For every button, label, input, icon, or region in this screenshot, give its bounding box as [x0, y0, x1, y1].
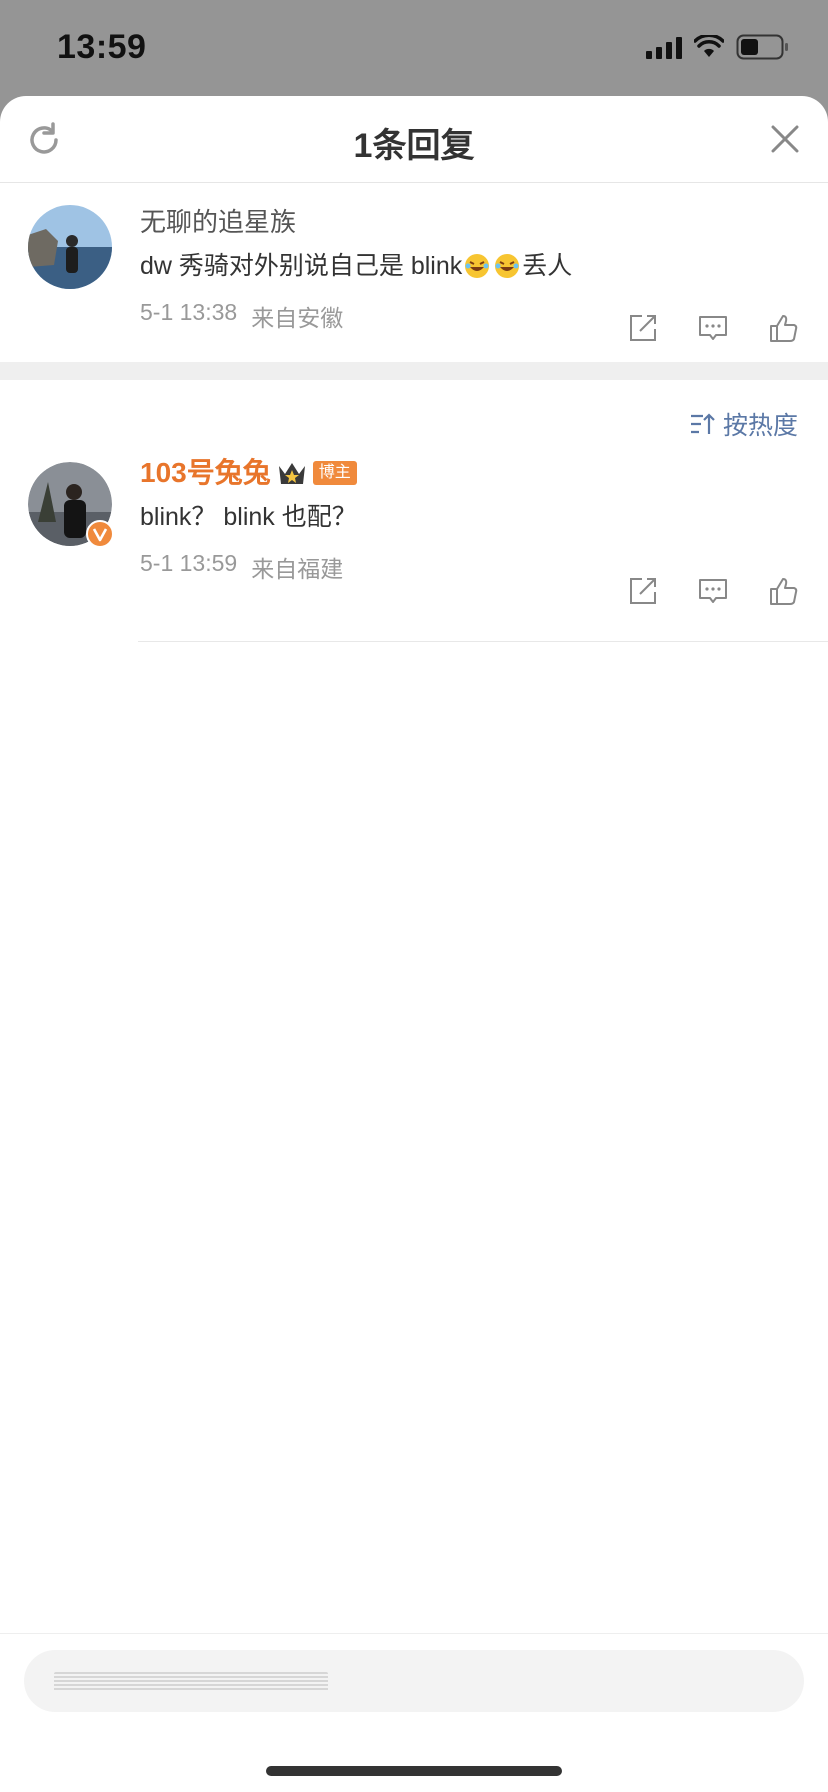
- laughing-crying-emoji-icon: [465, 254, 490, 278]
- cellular-signal-icon: [646, 35, 682, 59]
- share-icon[interactable]: [628, 576, 658, 606]
- sheet-title: 1条回复: [353, 127, 475, 165]
- section-divider: [0, 362, 828, 380]
- blogger-badge: 博主: [312, 461, 357, 485]
- status-bar: 13:59: [0, 0, 828, 96]
- reply-text: blink？ blink 也配？: [140, 503, 357, 531]
- root-comment: 无聊的追星族 dw 秀骑对外别说自己是 blink 丢人 5-1 13:38 来…: [0, 183, 828, 362]
- battery-icon: [736, 34, 788, 60]
- reply-divider: [138, 641, 828, 642]
- crown-icon: [278, 463, 305, 484]
- sort-icon: [690, 413, 715, 434]
- share-icon[interactable]: [628, 313, 658, 343]
- like-icon[interactable]: [768, 576, 798, 606]
- reply-username[interactable]: 103号兔兔: [140, 456, 271, 490]
- reply-input[interactable]: [24, 1650, 804, 1712]
- comment-timestamp: 5-1 13:38: [140, 299, 238, 325]
- home-indicator[interactable]: [266, 1766, 562, 1776]
- avatar[interactable]: [28, 205, 112, 289]
- replies-sheet: 1条回复 无聊的追星族 dw 秀骑对外别说自己是 blink 丢人 5-1 13…: [0, 96, 828, 1792]
- like-icon[interactable]: [768, 313, 798, 343]
- wifi-icon: [694, 35, 724, 57]
- reply-input-placeholder: [54, 1672, 328, 1692]
- laughing-crying-emoji-icon: [495, 254, 520, 278]
- status-time: 13:59: [57, 28, 147, 66]
- status-icons: [646, 34, 790, 60]
- comment-text-main: dw 秀骑对外别说自己是 blink: [140, 252, 463, 280]
- reply-timestamp: 5-1 13:59: [140, 550, 238, 576]
- reply-username-row: 103号兔兔 博主: [140, 456, 828, 490]
- bottom-reply-bar: [0, 1633, 828, 1792]
- comment-username[interactable]: 无聊的追星族: [140, 205, 828, 239]
- close-icon[interactable]: [768, 122, 802, 156]
- reply-location: 来自福建: [251, 556, 344, 582]
- comment-icon[interactable]: [698, 313, 728, 343]
- sort-by-hot-button[interactable]: 按热度: [689, 406, 798, 442]
- comment-actions: [628, 313, 798, 343]
- reply-actions: [628, 576, 798, 606]
- reply-comment: 103号兔兔 博主 blink？ blink 也配？ 5-1 13:59 来自福…: [0, 456, 828, 642]
- sort-row: 按热度: [0, 380, 828, 456]
- avatar[interactable]: [28, 462, 114, 548]
- sort-label: 按热度: [722, 412, 798, 440]
- comment-icon[interactable]: [698, 576, 728, 606]
- verified-badge-icon: [86, 520, 114, 548]
- comment-text-tail: 丢人: [522, 252, 573, 280]
- comment-text: dw 秀骑对外别说自己是 blink 丢人: [140, 249, 828, 283]
- comment-location: 来自安徽: [251, 305, 344, 331]
- sheet-header: 1条回复: [0, 96, 828, 183]
